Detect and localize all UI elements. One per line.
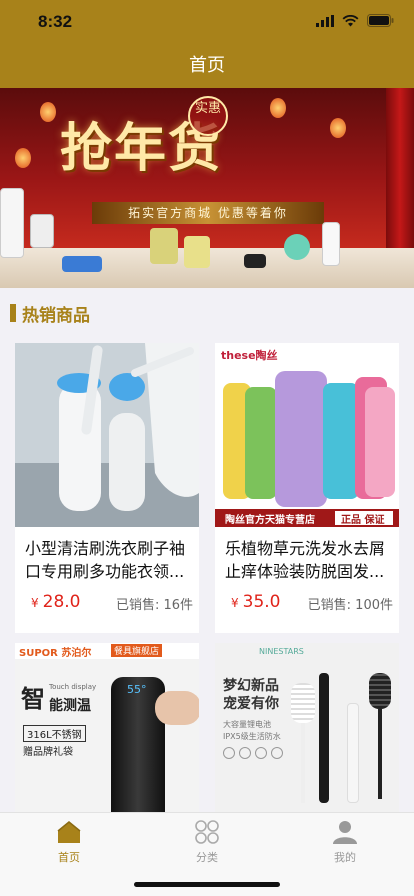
tab-profile[interactable]: 我的 — [300, 819, 390, 865]
section-header: 热销商品 — [0, 288, 414, 338]
currency-symbol: ¥ — [31, 596, 39, 610]
status-bar: 8:32 — [0, 0, 414, 44]
promo-headline: 能测温 — [49, 698, 91, 714]
banner-seal-text: 实惠 — [194, 101, 221, 116]
product-gadget-image — [184, 236, 210, 268]
home-icon — [57, 821, 81, 843]
wifi-icon — [342, 14, 359, 26]
tab-category-label: 分类 — [196, 851, 218, 864]
feature-icon — [255, 747, 267, 759]
product-price: ¥28.0 — [31, 592, 81, 612]
material-tag: 316L不锈钢 — [23, 725, 86, 742]
promo-headline-large: 智 — [21, 685, 45, 713]
brand-logo-text: these陶丝 — [221, 349, 278, 362]
product-device-image — [244, 254, 266, 268]
touch-display-label: Touch display — [49, 683, 97, 691]
nav-bar: 首页 — [0, 44, 414, 88]
product-adapter-image — [62, 256, 102, 272]
section-marker — [10, 304, 16, 322]
page-title: 首页 — [189, 55, 225, 76]
feature-icon — [271, 747, 283, 759]
product-image: NINESTARS 梦幻新品 宠爱有你 大容量锂电池 IPX5级生活防水 — [215, 643, 399, 813]
product-image: these陶丝 陶丝官方天猫专营店 正品 保证 — [215, 343, 399, 527]
promo-banner[interactable]: 抢年货 实惠 拓实官方商城 优惠等着你 — [0, 88, 414, 288]
guarantee-label: 正品 保证 — [341, 515, 385, 526]
lantern-decoration — [270, 98, 286, 118]
brand-logo-text: NINESTARS — [259, 647, 304, 656]
currency-symbol: ¥ — [231, 596, 239, 610]
product-router-image — [30, 214, 54, 248]
product-antenna-image — [0, 188, 24, 258]
hand-image — [155, 691, 199, 725]
product-card[interactable]: SUPOR 苏泊尔 餐具旗舰店 智 Touch display 能测温 316L… — [15, 643, 199, 813]
product-price: ¥35.0 — [231, 592, 281, 612]
sold-count: 已销售: 100件 — [307, 598, 393, 613]
product-card[interactable]: 小型清洁刷洗衣刷子袖口专用刷多功能衣领... ¥28.0 已销售: 16件 — [15, 343, 199, 633]
lantern-decoration — [330, 118, 346, 138]
temperature-display: 55° — [127, 683, 147, 696]
category-icon — [195, 820, 219, 844]
sold-count: 已销售: 16件 — [115, 598, 193, 613]
product-antenna-image — [322, 222, 340, 266]
section-title: 热销商品 — [22, 305, 90, 326]
product-image — [15, 343, 199, 527]
tab-home[interactable]: 首页 — [24, 819, 114, 865]
tab-category[interactable]: 分类 — [162, 819, 252, 865]
status-icons — [316, 14, 394, 27]
feature-text: 大容量锂电池 — [223, 720, 271, 729]
lantern-decoration — [40, 102, 56, 122]
product-lamp-image — [284, 234, 310, 260]
feature-icon — [223, 747, 235, 759]
product-card[interactable]: these陶丝 陶丝官方天猫专营店 正品 保证 乐植物草元洗发水去屑止痒体验装防… — [215, 343, 399, 633]
feature-icons-row — [223, 747, 283, 787]
product-image: SUPOR 苏泊尔 餐具旗舰店 智 Touch display 能测温 316L… — [15, 643, 199, 813]
signal-icon — [316, 14, 334, 27]
promo-headline: 宠爱有你 — [223, 696, 279, 712]
status-time: 8:32 — [38, 12, 73, 31]
product-name: 小型清洁刷洗衣刷子袖口专用刷多功能衣领... — [25, 539, 186, 581]
feature-text: IPX5级生活防水 — [223, 732, 281, 741]
product-gadget-image — [150, 228, 178, 264]
profile-icon — [333, 821, 357, 844]
brand-logo-text: SUPOR 苏泊尔 — [19, 648, 92, 659]
promo-headline: 梦幻新品 — [223, 678, 279, 694]
store-label: 餐具旗舰店 — [111, 644, 163, 657]
gift-tag: 赠品牌礼袋 — [23, 747, 73, 758]
bottle-brush-image — [291, 683, 315, 723]
bottle-brush-handle — [378, 709, 382, 799]
home-indicator — [134, 882, 280, 887]
tab-home-label: 首页 — [58, 851, 80, 864]
bottle-brush-image — [319, 673, 329, 803]
tab-profile-label: 我的 — [334, 851, 356, 864]
product-card[interactable]: NINESTARS 梦幻新品 宠爱有你 大容量锂电池 IPX5级生活防水 — [215, 643, 399, 813]
feature-icon — [239, 747, 251, 759]
store-label: 陶丝官方天猫专营店 — [225, 515, 315, 526]
banner-seal: 实惠 — [188, 96, 228, 136]
lantern-decoration — [15, 148, 31, 168]
product-name: 乐植物草元洗发水去屑止痒体验装防脱固发... — [225, 539, 386, 581]
bottle-brush-image — [347, 703, 359, 803]
bottle-brush-handle — [301, 723, 305, 803]
price-value: 28.0 — [42, 592, 81, 612]
price-value: 35.0 — [242, 592, 281, 612]
battery-icon — [367, 14, 394, 27]
banner-ribbon: 拓实官方商城 优惠等着你 — [92, 202, 324, 224]
bottle-brush-image — [369, 673, 391, 709]
